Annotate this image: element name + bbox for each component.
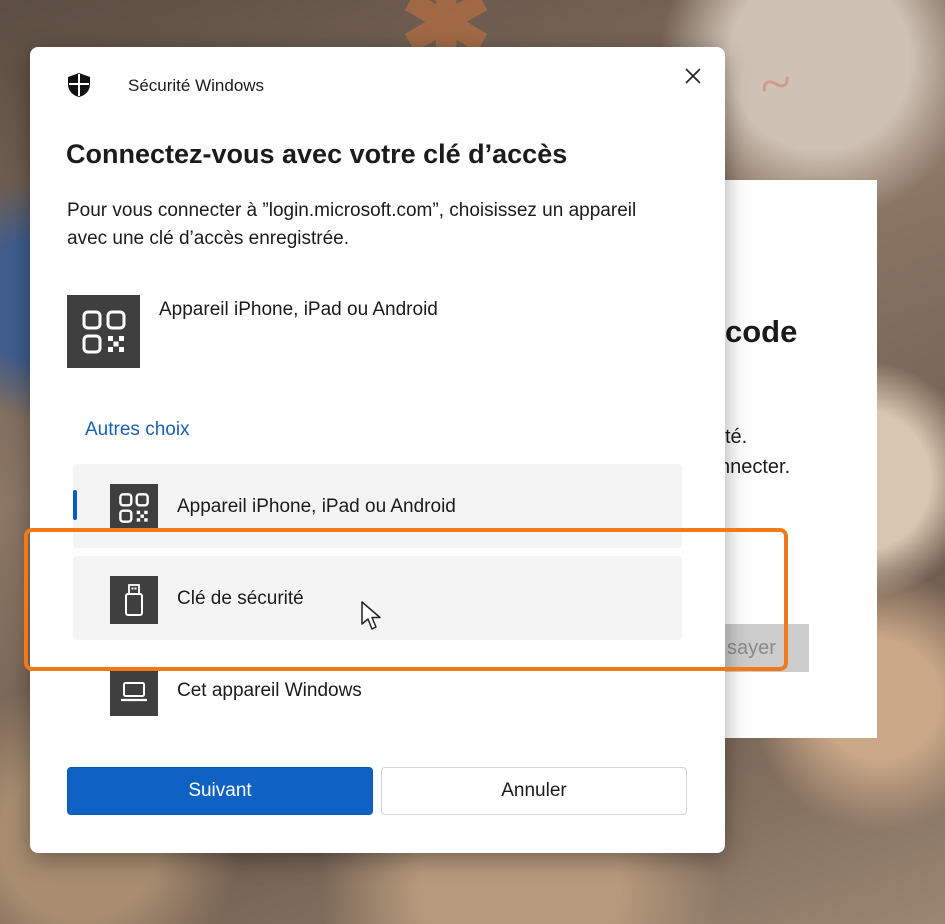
option-phone-device[interactable]: Appareil iPhone, iPad ou Android (73, 464, 682, 548)
qr-code-icon (82, 310, 125, 353)
background-web-card: code té. nnecter. sayer (719, 180, 877, 738)
option-security-key[interactable]: Clé de sécurité (73, 556, 682, 640)
background-retry-button: sayer (725, 624, 809, 672)
qr-code-tile (110, 484, 158, 532)
dialog-app-name: Sécurité Windows (128, 76, 265, 95)
next-button[interactable]: Suivant (67, 767, 373, 815)
cancel-button[interactable]: Annuler (381, 767, 687, 815)
selection-indicator (73, 490, 77, 520)
background-text-line: té. (725, 426, 748, 448)
shield-icon (68, 73, 90, 97)
close-icon (685, 68, 701, 84)
background-text-line: nnecter. (719, 456, 791, 478)
usb-key-icon (125, 584, 143, 616)
background-heading: code (725, 314, 798, 349)
close-button[interactable] (677, 60, 709, 92)
usb-key-tile (110, 576, 158, 624)
windows-security-dialog: Sécurité Windows Connectez-vous avec vot… (30, 47, 725, 853)
dialog-description: Pour vous connecter à ”login.microsoft.c… (67, 200, 637, 249)
laptop-icon (121, 682, 147, 702)
primary-option-label: Appareil iPhone, iPad ou Android (159, 299, 438, 320)
option-label: Cet appareil Windows (177, 680, 362, 701)
option-label: Appareil iPhone, iPad ou Android (177, 496, 456, 517)
other-choices-link[interactable]: Autres choix (85, 419, 190, 441)
option-windows-device[interactable]: Cet appareil Windows (73, 648, 682, 732)
dialog-title: Connectez-vous avec votre clé d’accès (66, 139, 568, 169)
laptop-tile (110, 668, 158, 716)
option-label: Clé de sécurité (177, 588, 304, 609)
qr-code-tile (67, 295, 140, 368)
qr-code-icon (119, 493, 149, 523)
primary-option-phone[interactable]: Appareil iPhone, iPad ou Android (67, 295, 667, 369)
